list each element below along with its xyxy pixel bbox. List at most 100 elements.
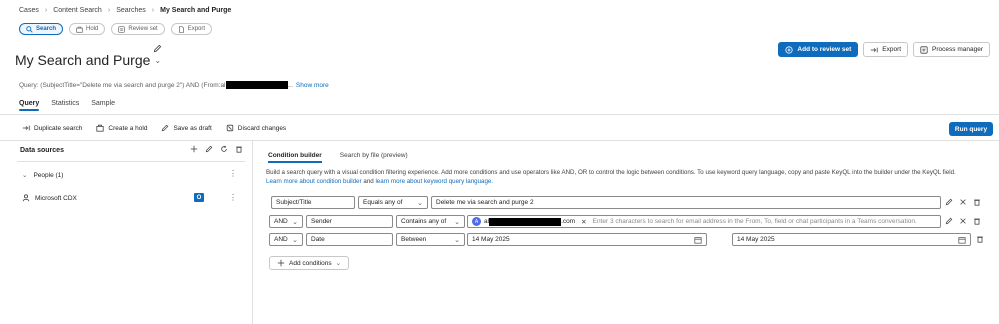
refresh-icon[interactable] xyxy=(220,145,228,153)
close-icon[interactable] xyxy=(959,217,967,225)
query-ellipsis: ... xyxy=(287,81,293,89)
start-date-value: 14 May 2025 xyxy=(472,236,510,243)
divider xyxy=(0,114,999,115)
query-text: Query: (SubjectTitle="Delete me via sear… xyxy=(19,81,226,89)
breadcrumb-content-search[interactable]: Content Search xyxy=(53,7,102,14)
person-icon xyxy=(22,194,30,202)
more-options-icon[interactable]: ⋮ xyxy=(229,193,237,202)
delete-icon[interactable] xyxy=(976,235,984,243)
edit-icon[interactable] xyxy=(205,145,213,153)
close-icon[interactable] xyxy=(959,198,967,206)
tab-search-by-file[interactable]: Search by file (preview) xyxy=(340,152,408,163)
condition-field-select[interactable]: Subject/Title xyxy=(271,196,355,209)
duplicate-search-button[interactable]: Duplicate search xyxy=(22,124,82,132)
export-icon xyxy=(178,25,184,33)
breadcrumb: Cases › Content Search › Searches › My S… xyxy=(19,7,231,14)
button-label: Discard changes xyxy=(237,124,287,132)
add-conditions-button[interactable]: Add conditions ⌄ xyxy=(269,256,350,270)
condition-operator-select[interactable]: Equals any of ⌄ xyxy=(358,196,428,209)
calendar-icon xyxy=(694,236,702,244)
create-hold-button[interactable]: Create a hold xyxy=(96,124,147,132)
add-to-review-set-button[interactable]: Add to review set xyxy=(778,42,859,57)
breadcrumb-searches[interactable]: Searches xyxy=(116,7,146,14)
chevron-down-icon: ⌄ xyxy=(417,199,423,207)
keyql-link[interactable]: learn more about keyword query language. xyxy=(375,178,493,185)
operator-value: Between xyxy=(401,236,427,243)
logic-operator-select[interactable]: AND ⌄ xyxy=(269,233,303,246)
add-icon[interactable] xyxy=(190,145,198,153)
edit-icon[interactable] xyxy=(945,198,953,206)
field-value: Sender xyxy=(311,218,332,225)
pencil-icon xyxy=(153,44,162,53)
page-title-text: My Search and Purge xyxy=(15,52,151,68)
condition-operator-select[interactable]: Contains any of ⌄ xyxy=(396,215,465,228)
redaction-bar xyxy=(489,217,562,226)
run-query-button[interactable]: Run query xyxy=(949,122,993,136)
pill-review-set[interactable]: Review set xyxy=(111,23,165,35)
export-arrow-icon xyxy=(871,47,878,52)
people-group[interactable]: ⌄ People (1) xyxy=(22,171,63,180)
button-label: Process manager xyxy=(932,46,983,53)
chevron-down-icon: ⌄ xyxy=(154,55,162,65)
pill-hold[interactable]: Hold xyxy=(69,23,106,35)
pill-export[interactable]: Export xyxy=(170,23,213,35)
chevron-down-icon: ⌄ xyxy=(335,260,342,267)
pill-label: Export xyxy=(187,26,206,32)
process-manager-button[interactable]: Process manager xyxy=(913,42,990,57)
export-button[interactable]: Export xyxy=(863,42,909,57)
pill-label: Review set xyxy=(128,26,158,32)
chevron-down-icon: ⌄ xyxy=(292,236,298,244)
edit-icon[interactable] xyxy=(945,217,953,225)
end-date-value: 14 May 2025 xyxy=(737,236,775,243)
delete-icon[interactable] xyxy=(973,217,981,225)
and-text: and xyxy=(363,178,374,185)
discard-icon xyxy=(226,124,233,132)
page-title[interactable]: My Search and Purge ⌄ xyxy=(15,52,161,68)
tab-query[interactable]: Query xyxy=(19,100,40,111)
tab-sample[interactable]: Sample xyxy=(91,100,115,111)
search-icon xyxy=(26,25,33,33)
edit-title-button[interactable] xyxy=(153,44,162,55)
discard-changes-button[interactable]: Discard changes xyxy=(226,124,286,132)
row-actions xyxy=(945,198,981,206)
logic-value: AND xyxy=(274,218,288,225)
chevron-down-icon: ⌄ xyxy=(454,236,460,244)
calendar-icon xyxy=(958,236,966,244)
remove-chip-icon[interactable]: ✕ xyxy=(581,218,586,226)
data-sources-title: Data sources xyxy=(20,147,64,154)
tab-statistics[interactable]: Statistics xyxy=(51,100,79,111)
condition-value-input[interactable]: Delete me via search and purge 2 xyxy=(431,196,941,209)
start-date-picker[interactable]: 14 May 2025 xyxy=(467,233,707,246)
outlook-icon: O xyxy=(194,193,204,202)
duplicate-icon xyxy=(22,125,30,131)
data-source-item[interactable]: Microsoft CDX xyxy=(22,194,77,202)
tab-condition-builder[interactable]: Condition builder xyxy=(268,152,322,163)
field-value: Date xyxy=(311,236,325,243)
condition-operator-select[interactable]: Between ⌄ xyxy=(396,233,465,246)
delete-icon[interactable] xyxy=(235,145,243,153)
end-date-picker[interactable]: 14 May 2025 xyxy=(732,233,971,246)
description-text: Build a search query with a visual condi… xyxy=(266,169,956,176)
condition-field-select[interactable]: Date xyxy=(306,233,393,246)
condition-builder-link[interactable]: Learn more about condition builder xyxy=(266,178,362,185)
workflow-pills: Search Hold Review set Export xyxy=(19,23,213,35)
condition-field-select[interactable]: Sender xyxy=(306,215,393,228)
query-toolbar: Duplicate search Create a hold Save as d… xyxy=(22,124,286,132)
logic-value: AND xyxy=(274,236,288,243)
save-as-draft-button[interactable]: Save as draft xyxy=(161,124,212,132)
pill-search[interactable]: Search xyxy=(19,23,64,35)
chevron-down-icon: ⌄ xyxy=(292,218,298,226)
button-label: Duplicate search xyxy=(34,124,83,132)
more-options-icon[interactable]: ⋮ xyxy=(229,169,237,178)
breadcrumb-cases[interactable]: Cases xyxy=(19,7,39,14)
logic-operator-select[interactable]: AND ⌄ xyxy=(269,215,303,228)
sender-placeholder: Enter 3 characters to search for email a… xyxy=(592,218,917,225)
delete-icon[interactable] xyxy=(973,198,981,206)
divider xyxy=(17,161,245,162)
hold-icon xyxy=(76,26,83,33)
chevron-right-icon: › xyxy=(44,7,48,14)
pane-divider[interactable] xyxy=(252,141,253,324)
show-more-link[interactable]: Show more xyxy=(296,82,329,89)
sender-picker-input[interactable]: A al .com ✕ Enter 3 characters to search… xyxy=(467,215,941,228)
operator-value: Equals any of xyxy=(363,199,403,206)
